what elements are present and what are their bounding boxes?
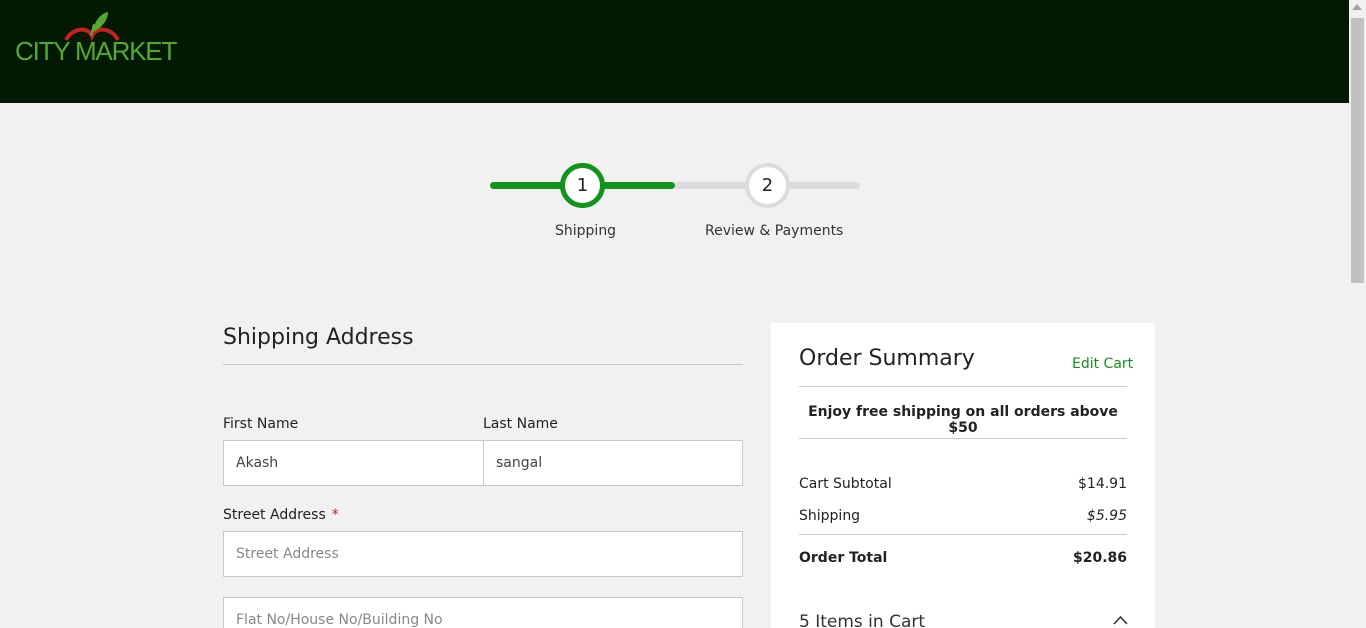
street-address-label: Street Address * <box>223 507 339 523</box>
last-name-label: Last Name <box>483 416 558 432</box>
street-address-line2-input[interactable] <box>223 597 743 628</box>
first-name-label: First Name <box>223 416 299 432</box>
cart-subtotal-value: $14.91 <box>1078 476 1127 492</box>
edit-cart-link[interactable]: Edit Cart <box>1072 356 1133 372</box>
scrollbar-thumb[interactable] <box>1351 18 1364 283</box>
scroll-up-arrow-icon[interactable] <box>1352 4 1362 10</box>
logo-text[interactable]: CITY MARKET <box>15 36 177 67</box>
cart-subtotal-label: Cart Subtotal <box>799 476 892 492</box>
order-summary-title: Order Summary <box>799 346 975 371</box>
divider <box>799 386 1127 387</box>
free-shipping-promo: Enjoy free shipping on all orders above … <box>808 404 1118 436</box>
divider <box>223 364 743 365</box>
shipping-value: $5.95 <box>1086 508 1127 524</box>
street-address-input[interactable] <box>223 531 743 577</box>
last-name-input[interactable] <box>483 440 743 486</box>
items-in-cart-toggle[interactable]: 5 Items in Cart <box>799 612 925 628</box>
required-asterisk: * <box>331 507 339 523</box>
first-name-input[interactable] <box>223 440 484 486</box>
order-total-value: $20.86 <box>1072 550 1127 566</box>
street-address-label-text: Street Address <box>223 507 326 523</box>
step-2-label: Review & Payments <box>705 223 844 239</box>
step-2-circle: 2 <box>745 163 790 208</box>
divider <box>799 534 1127 535</box>
shipping-address-title: Shipping Address <box>223 325 414 350</box>
step-1-circle: 1 <box>560 163 605 208</box>
divider <box>799 438 1127 439</box>
step-1-label: Shipping <box>555 223 617 239</box>
order-total-label: Order Total <box>799 550 888 566</box>
shipping-label: Shipping <box>799 508 861 524</box>
site-header: CITY MARKET <box>0 0 1349 103</box>
chevron-up-icon[interactable] <box>1113 615 1128 625</box>
